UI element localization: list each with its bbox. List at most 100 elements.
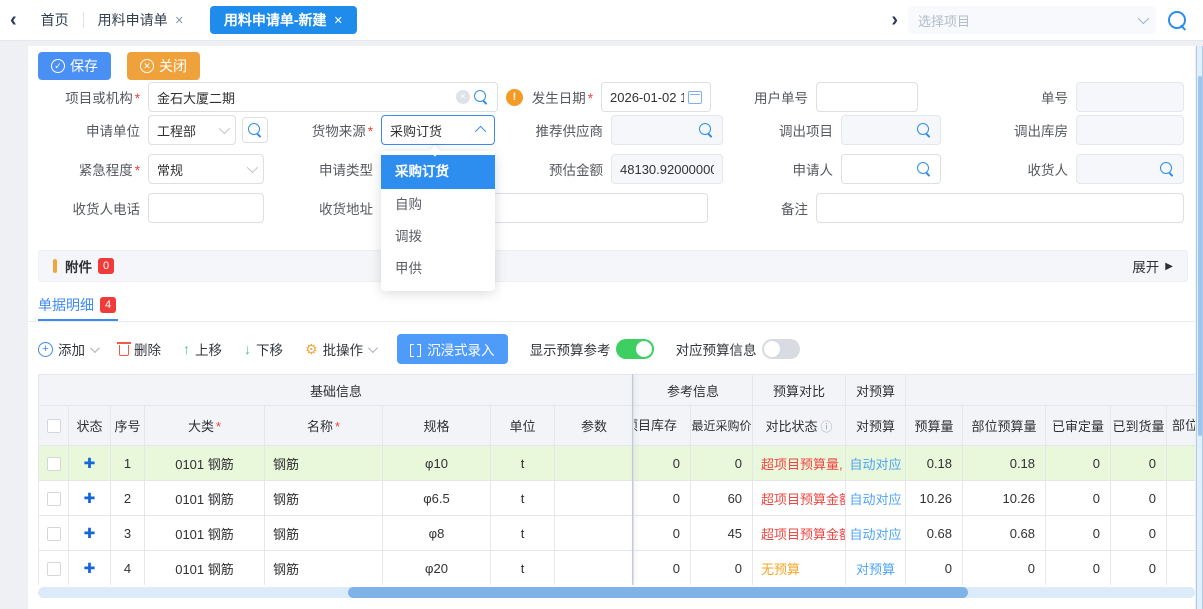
- table-row[interactable]: ✚ 3 0101 钢筋 钢筋 φ8 t 0 45 超项目预算金额 自动对应 0.…: [39, 516, 1196, 551]
- show-budget-ref-toggle[interactable]: [616, 339, 654, 359]
- vertical-scrollbar[interactable]: [1196, 46, 1203, 609]
- field-recommended-supplier: 推荐供应商: [493, 115, 723, 145]
- search-icon[interactable]: [1168, 11, 1187, 30]
- gear-icon: ⚙: [305, 341, 318, 358]
- row-checkbox[interactable]: [47, 527, 61, 541]
- col-budget-qty: 预算量: [906, 406, 963, 446]
- budget-link[interactable]: 自动对应: [846, 481, 906, 516]
- date-label: 发生日期*: [508, 87, 601, 107]
- search-icon[interactable]: [917, 123, 932, 138]
- info-icon[interactable]: ⓘ: [821, 420, 833, 434]
- calendar-icon[interactable]: [688, 91, 702, 104]
- user-no-input[interactable]: [816, 82, 918, 112]
- menu-item-purchase-order[interactable]: 采购订货: [381, 155, 495, 189]
- field-out-warehouse: 调出库房: [958, 115, 1184, 145]
- search-button[interactable]: [242, 117, 268, 143]
- attachment-label: 附件: [65, 256, 92, 276]
- close-icon[interactable]: ✕: [334, 14, 343, 27]
- add-row-icon[interactable]: ✚: [84, 560, 96, 576]
- project-input[interactable]: 金石大厦二期 ✕: [148, 82, 498, 112]
- select-all-checkbox[interactable]: [47, 419, 61, 433]
- col-status: 状态: [69, 406, 111, 446]
- budget-link[interactable]: 对预算: [846, 551, 906, 586]
- table-row[interactable]: ✚ 2 0101 钢筋 钢筋 φ6.5 t 0 60 超项目预算金额 自动对应 …: [39, 481, 1196, 516]
- tab-detail[interactable]: 单据明细 4: [38, 292, 116, 318]
- goods-source-label: 货物来源*: [288, 120, 381, 140]
- chevron-down-icon: [247, 162, 258, 173]
- date-input[interactable]: 2026-01-02 1: [601, 82, 711, 112]
- tab-home[interactable]: 首页: [27, 6, 83, 34]
- out-warehouse-label: 调出库房: [958, 120, 1076, 140]
- detail-count-badge: 4: [100, 297, 116, 313]
- field-estimated-amount: 预估金额 48130.9200000000: [493, 154, 723, 184]
- close-icon[interactable]: ✕: [175, 14, 184, 27]
- receiver-phone-input[interactable]: [148, 193, 264, 223]
- scrollbar-thumb[interactable]: [1198, 76, 1202, 436]
- add-row-icon[interactable]: ✚: [84, 525, 96, 541]
- add-row-icon[interactable]: ✚: [84, 455, 96, 471]
- table-row[interactable]: ✚ 4 0101 钢筋 钢筋 φ20 t 0 0 无预算 对预算 0 0 0: [39, 551, 1196, 586]
- col-compare-status: 对比状态ⓘ: [753, 406, 846, 446]
- urgency-select[interactable]: 常规: [148, 154, 264, 184]
- row-checkbox[interactable]: [47, 457, 61, 471]
- budget-link[interactable]: 自动对应: [846, 516, 906, 551]
- col-part-budget-qty: 部位预算量: [963, 406, 1046, 446]
- delete-button[interactable]: 删除: [119, 339, 161, 359]
- remark-input[interactable]: [816, 193, 1184, 223]
- forward-chevron-icon[interactable]: ›: [881, 9, 908, 32]
- receive-address-label: 收货地址: [288, 198, 381, 218]
- search-icon[interactable]: [917, 162, 932, 177]
- search-icon[interactable]: [699, 123, 714, 138]
- tab-material-request[interactable]: 用料申请单 ✕: [84, 6, 198, 34]
- remark-label: 备注: [728, 198, 816, 218]
- doc-no-label: 单号: [958, 87, 1076, 107]
- receiver-phone-label: 收货人电话: [28, 198, 148, 218]
- batch-operations-button[interactable]: ⚙ 批操作: [305, 339, 375, 359]
- row-checkbox[interactable]: [47, 492, 61, 506]
- user-no-label: 用户单号: [716, 87, 816, 107]
- recommended-supplier-input: [611, 115, 723, 145]
- main-panel: ✓ 保存 ✕ 关闭 项目或机构* 金石大厦二期 ✕ ! 发生日期* 2026-0…: [28, 46, 1195, 609]
- add-button[interactable]: + 添加: [38, 339, 97, 359]
- scrollbar-thumb[interactable]: [348, 587, 968, 598]
- table-row[interactable]: ✚ 1 0101 钢筋 钢筋 φ10 t 0 0 超项目预算量, 自动对应 0.…: [39, 446, 1196, 481]
- menu-item-transfer[interactable]: 调拨: [381, 221, 495, 253]
- triangle-right-icon: ▶: [1165, 261, 1173, 272]
- back-chevron-icon[interactable]: ‹: [0, 9, 27, 32]
- budget-link[interactable]: 自动对应: [846, 446, 906, 481]
- clear-icon[interactable]: ✕: [456, 90, 470, 104]
- budget-info-toggle[interactable]: [762, 339, 800, 359]
- tab-material-request-new[interactable]: 用料申请单-新建 ✕: [210, 6, 357, 34]
- immersive-entry-button[interactable]: 沉浸式录入: [397, 334, 508, 364]
- group-reference-info: 参考信息: [634, 375, 753, 406]
- menu-item-self-purchase[interactable]: 自购: [381, 189, 495, 221]
- row-checkbox[interactable]: [47, 562, 61, 576]
- applicant-input[interactable]: [841, 154, 941, 184]
- detail-table: 基础信息 参考信息 预算对比 对预算 状态 序号 大类* 名称* 规格 单位: [38, 374, 1195, 585]
- select-all-checkbox-cell: [39, 406, 69, 446]
- goods-source-dropdown-menu: 采购订货 自购 调拨 甲供: [381, 151, 495, 291]
- move-up-button[interactable]: ↑ 上移: [183, 339, 222, 359]
- field-applicant: 申请人: [738, 154, 941, 184]
- menu-item-owner-supplied[interactable]: 甲供: [381, 253, 495, 285]
- move-down-button[interactable]: ↓ 下移: [244, 339, 283, 359]
- apply-dept-select[interactable]: 工程部: [148, 115, 236, 145]
- search-icon[interactable]: [1160, 162, 1175, 177]
- close-button[interactable]: ✕ 关闭: [127, 52, 200, 80]
- recommended-supplier-label: 推荐供应商: [493, 120, 611, 140]
- project-select[interactable]: 选择项目: [908, 6, 1156, 34]
- attachment-count-badge: 0: [98, 258, 114, 274]
- attachment-bar[interactable]: 附件 0 展开 ▶: [38, 250, 1188, 282]
- doc-no-input: [1076, 82, 1184, 112]
- search-icon[interactable]: [474, 90, 489, 105]
- field-doc-no: 单号: [958, 82, 1184, 112]
- goods-source-select[interactable]: 采购订货: [381, 115, 495, 145]
- expand-button[interactable]: 展开 ▶: [1132, 256, 1173, 276]
- search-icon: [248, 123, 263, 138]
- save-button[interactable]: ✓ 保存: [38, 52, 111, 80]
- add-row-icon[interactable]: ✚: [84, 490, 96, 506]
- check-circle-icon: ✓: [51, 59, 65, 73]
- chevron-down-icon: [1138, 13, 1149, 24]
- group-budget-compare: 预算对比: [753, 375, 846, 406]
- horizontal-scrollbar[interactable]: [38, 587, 1195, 598]
